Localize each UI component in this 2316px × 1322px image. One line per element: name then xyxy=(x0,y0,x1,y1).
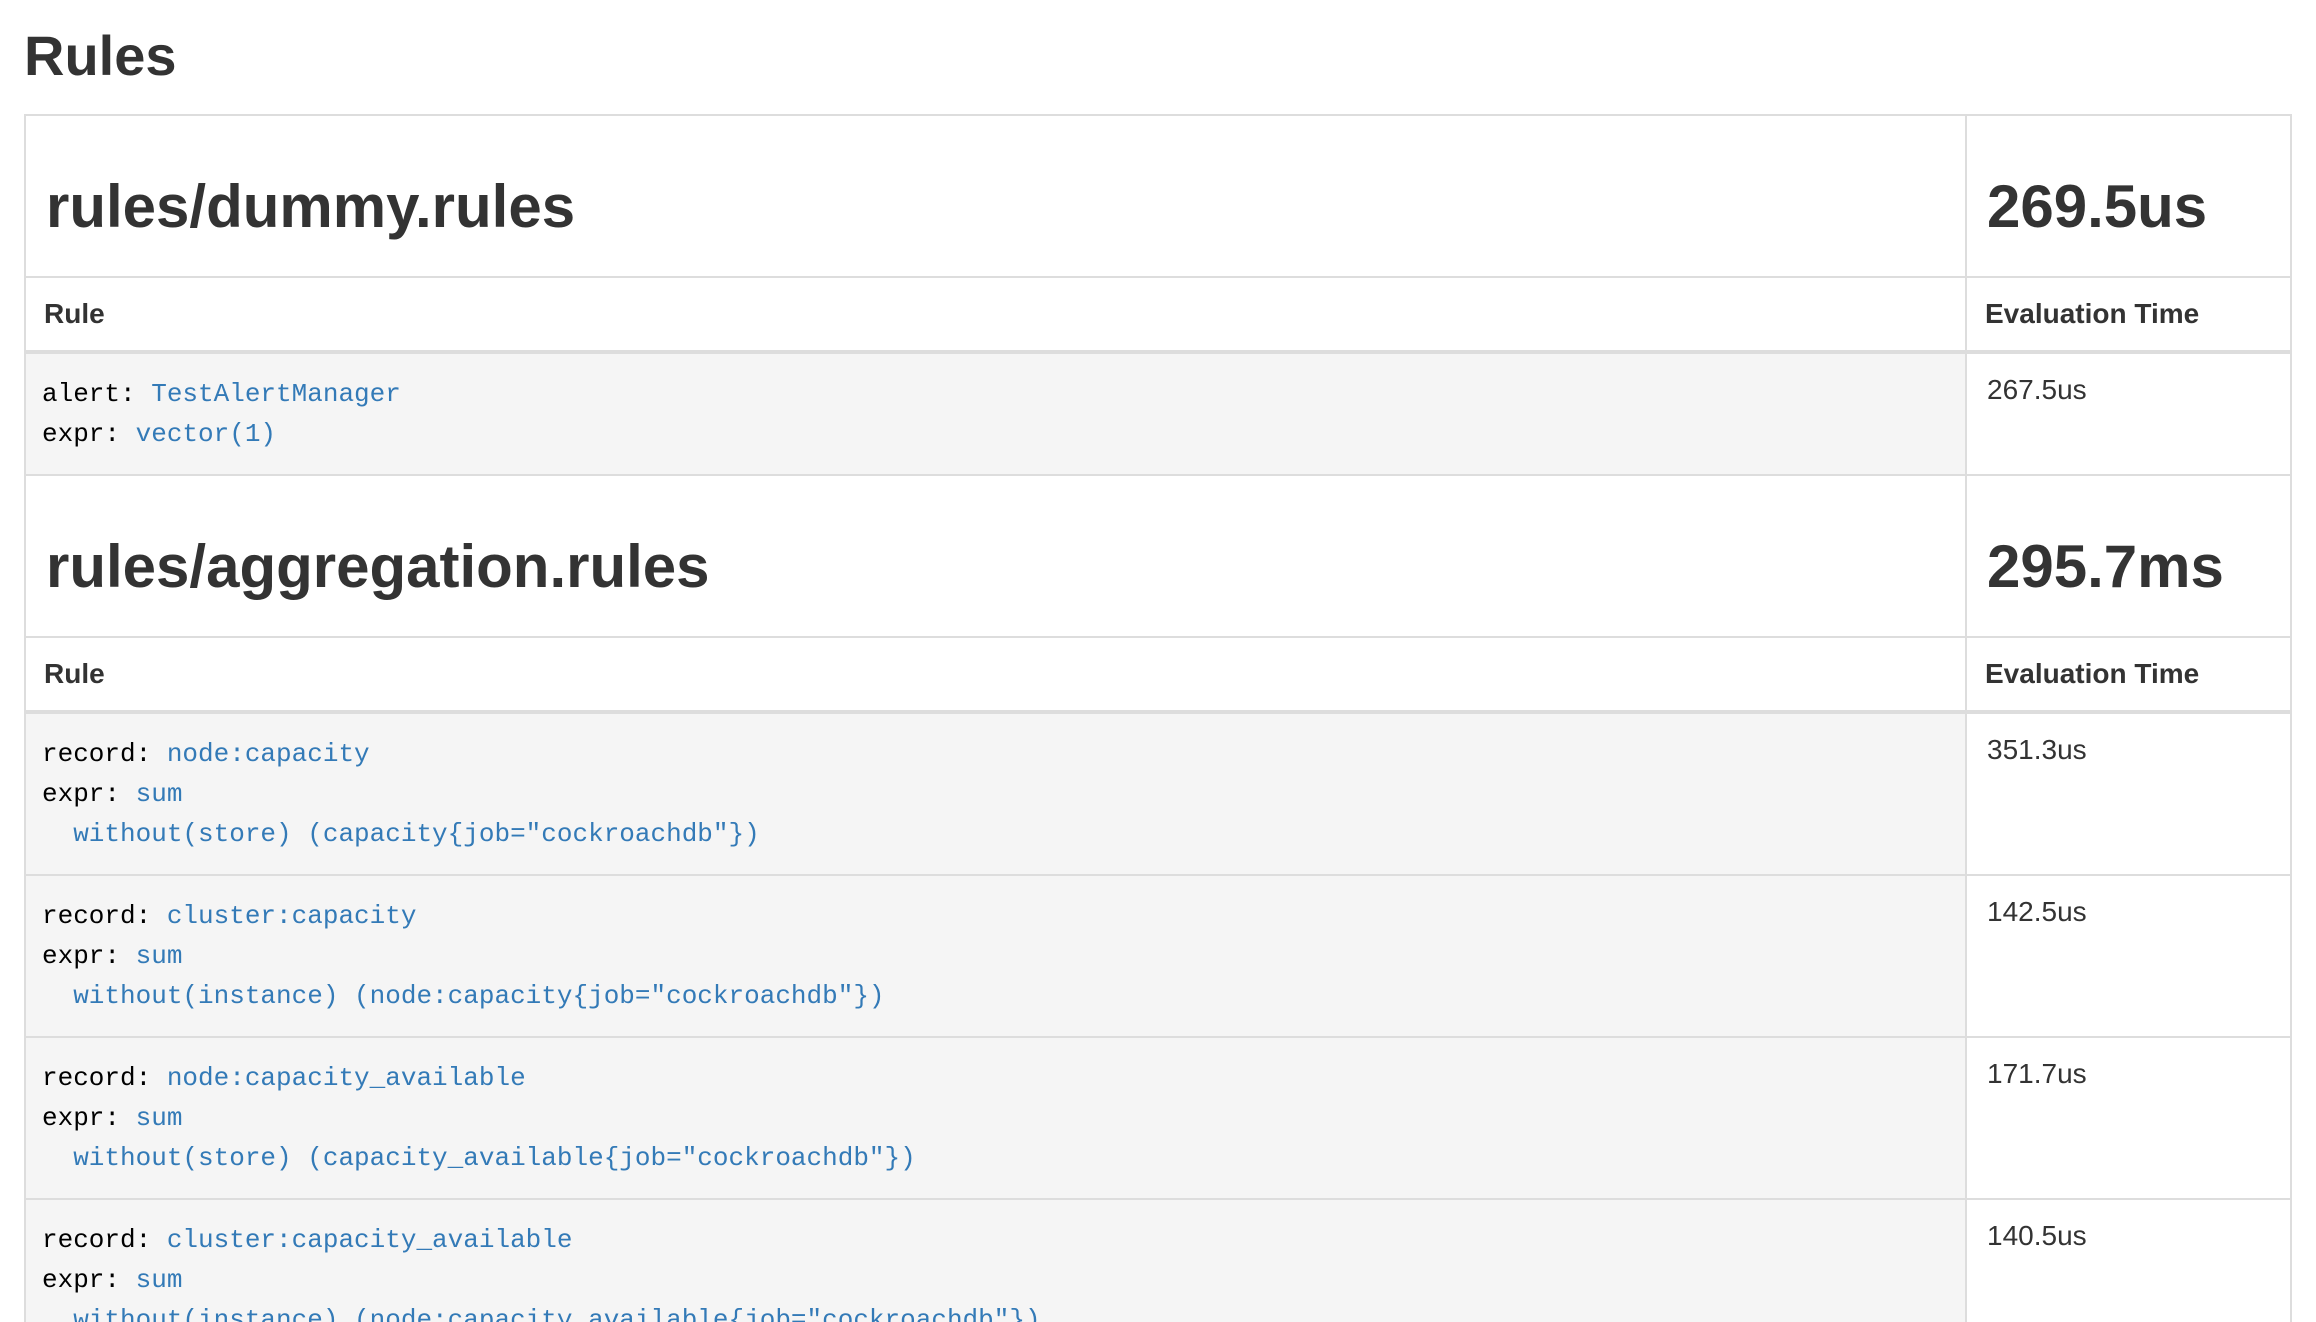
rule-name-line: record: node:capacity_available xyxy=(42,1058,1949,1098)
rule-expr-line: expr: sum xyxy=(42,774,1949,814)
eval-time-value: 142.5us xyxy=(1966,875,2291,1037)
group-eval-time-cell: 295.7ms xyxy=(1966,475,2291,637)
group-name-cell: rules/aggregation.rules xyxy=(25,475,1966,637)
rule-name-link[interactable]: node:capacity_available xyxy=(167,1063,526,1093)
expr-keyword: expr: xyxy=(42,1265,120,1295)
rule-column-header: Rule xyxy=(25,637,1966,712)
page-title: Rules xyxy=(24,24,2292,88)
alert-keyword: alert: xyxy=(42,379,136,409)
rule-expr-line: expr: sum xyxy=(42,1098,1949,1138)
rule-name-line: record: node:capacity xyxy=(42,734,1949,774)
rule-expr-line: expr: vector(1) xyxy=(42,414,1949,454)
record-keyword: record: xyxy=(42,901,151,931)
expr-keyword: expr: xyxy=(42,1103,120,1133)
rule-cell: record: cluster:capacity_available expr: s… xyxy=(25,1199,1966,1322)
rule-name-line: record: cluster:capacity xyxy=(42,896,1949,936)
expr-keyword: expr: xyxy=(42,941,120,971)
rules-table: rules/dummy.rules 269.5us Rule Evaluatio… xyxy=(24,114,2292,1322)
group-name-cell: rules/dummy.rules xyxy=(25,115,1966,277)
rule-expr-continuation-link[interactable]: without(store) (capacity_available{job="… xyxy=(73,1143,916,1173)
rule-expr-line: expr: sum xyxy=(42,1260,1949,1300)
rule-row: record: cluster:capacity_available expr: s… xyxy=(25,1199,2291,1322)
rule-name-line: alert: TestAlertManager xyxy=(42,374,1949,414)
rule-expr-continuation-line: without(store) (capacity{job="cockroachd… xyxy=(42,814,1949,854)
rule-expr-link[interactable]: sum xyxy=(136,941,183,971)
eval-time-value: 351.3us xyxy=(1966,712,2291,875)
rule-expr-continuation-link[interactable]: without(instance) (node:capacity_availab… xyxy=(73,1305,1040,1322)
rule-cell: record: cluster:capacity expr: sum without… xyxy=(25,875,1966,1037)
group-header-row: rules/dummy.rules 269.5us xyxy=(25,115,2291,277)
rule-column-header: Rule xyxy=(25,277,1966,352)
group-name: rules/dummy.rules xyxy=(46,174,1949,240)
expr-keyword: expr: xyxy=(42,779,120,809)
rule-expr-link[interactable]: sum xyxy=(136,1103,183,1133)
eval-time-column-header: Evaluation Time xyxy=(1966,637,2291,712)
group-eval-time: 295.7ms xyxy=(1987,534,2274,600)
rule-name-link[interactable]: cluster:capacity xyxy=(167,901,417,931)
page-container: Rules rules/dummy.rules 269.5us Rule Eva… xyxy=(0,24,2316,1322)
rule-expr-link[interactable]: vector(1) xyxy=(136,419,276,449)
rule-row: record:node:capacity_available expr:sum … xyxy=(25,1037,2291,1199)
rule-cell: record:node:capacity_available expr:sum … xyxy=(25,1037,1966,1199)
rule-expr-link[interactable]: sum xyxy=(136,779,183,809)
rule-expr-continuation-line: without(store) (capacity_available{job="… xyxy=(42,1138,1949,1178)
record-keyword: record: xyxy=(42,739,151,769)
rule-expr-continuation-link[interactable]: without(instance) (node:capacity{job="co… xyxy=(73,981,884,1011)
rule-expr-line: expr: sum xyxy=(42,936,1949,976)
rule-row: record: cluster:capacity expr: sum without… xyxy=(25,875,2291,1037)
record-keyword: record: xyxy=(42,1225,151,1255)
expr-keyword: expr: xyxy=(42,419,120,449)
eval-time-value: 171.7us xyxy=(1966,1037,2291,1199)
eval-time-value: 140.5us xyxy=(1966,1199,2291,1322)
rule-group-dummy: rules/dummy.rules 269.5us Rule Evaluatio… xyxy=(25,115,2291,475)
group-name: rules/aggregation.rules xyxy=(46,534,1949,600)
rule-expr-continuation-line: without(instance) (node:capacity{job="co… xyxy=(42,976,1949,1016)
rule-expr-link[interactable]: sum xyxy=(136,1265,183,1295)
rule-name-line: record: cluster:capacity_available xyxy=(42,1220,1949,1260)
eval-time-column-header: Evaluation Time xyxy=(1966,277,2291,352)
rule-row: alert: TestAlertManager expr: vector(1) 26… xyxy=(25,352,2291,475)
columns-header-row: Rule Evaluation Time xyxy=(25,637,2291,712)
rule-row: record: node:capacity expr: sum without(st… xyxy=(25,712,2291,875)
rule-expr-continuation-link[interactable]: without(store) (capacity{job="cockroachd… xyxy=(73,819,760,849)
rule-group-aggregation: rules/aggregation.rules 295.7ms Rule Eva… xyxy=(25,475,2291,1322)
rule-name-link[interactable]: node:capacity xyxy=(167,739,370,769)
group-header-row: rules/aggregation.rules 295.7ms xyxy=(25,475,2291,637)
group-eval-time: 269.5us xyxy=(1987,174,2274,240)
eval-time-value: 267.5us xyxy=(1966,352,2291,475)
rule-expr-continuation-line: without(instance) (node:capacity_availab… xyxy=(42,1300,1949,1322)
rule-cell: alert: TestAlertManager expr: vector(1) xyxy=(25,352,1966,475)
group-eval-time-cell: 269.5us xyxy=(1966,115,2291,277)
rule-name-link[interactable]: TestAlertManager xyxy=(151,379,401,409)
columns-header-row: Rule Evaluation Time xyxy=(25,277,2291,352)
rule-cell: record: node:capacity expr: sum without(st… xyxy=(25,712,1966,875)
rule-name-link[interactable]: cluster:capacity_available xyxy=(167,1225,573,1255)
record-keyword: record: xyxy=(42,1063,151,1093)
